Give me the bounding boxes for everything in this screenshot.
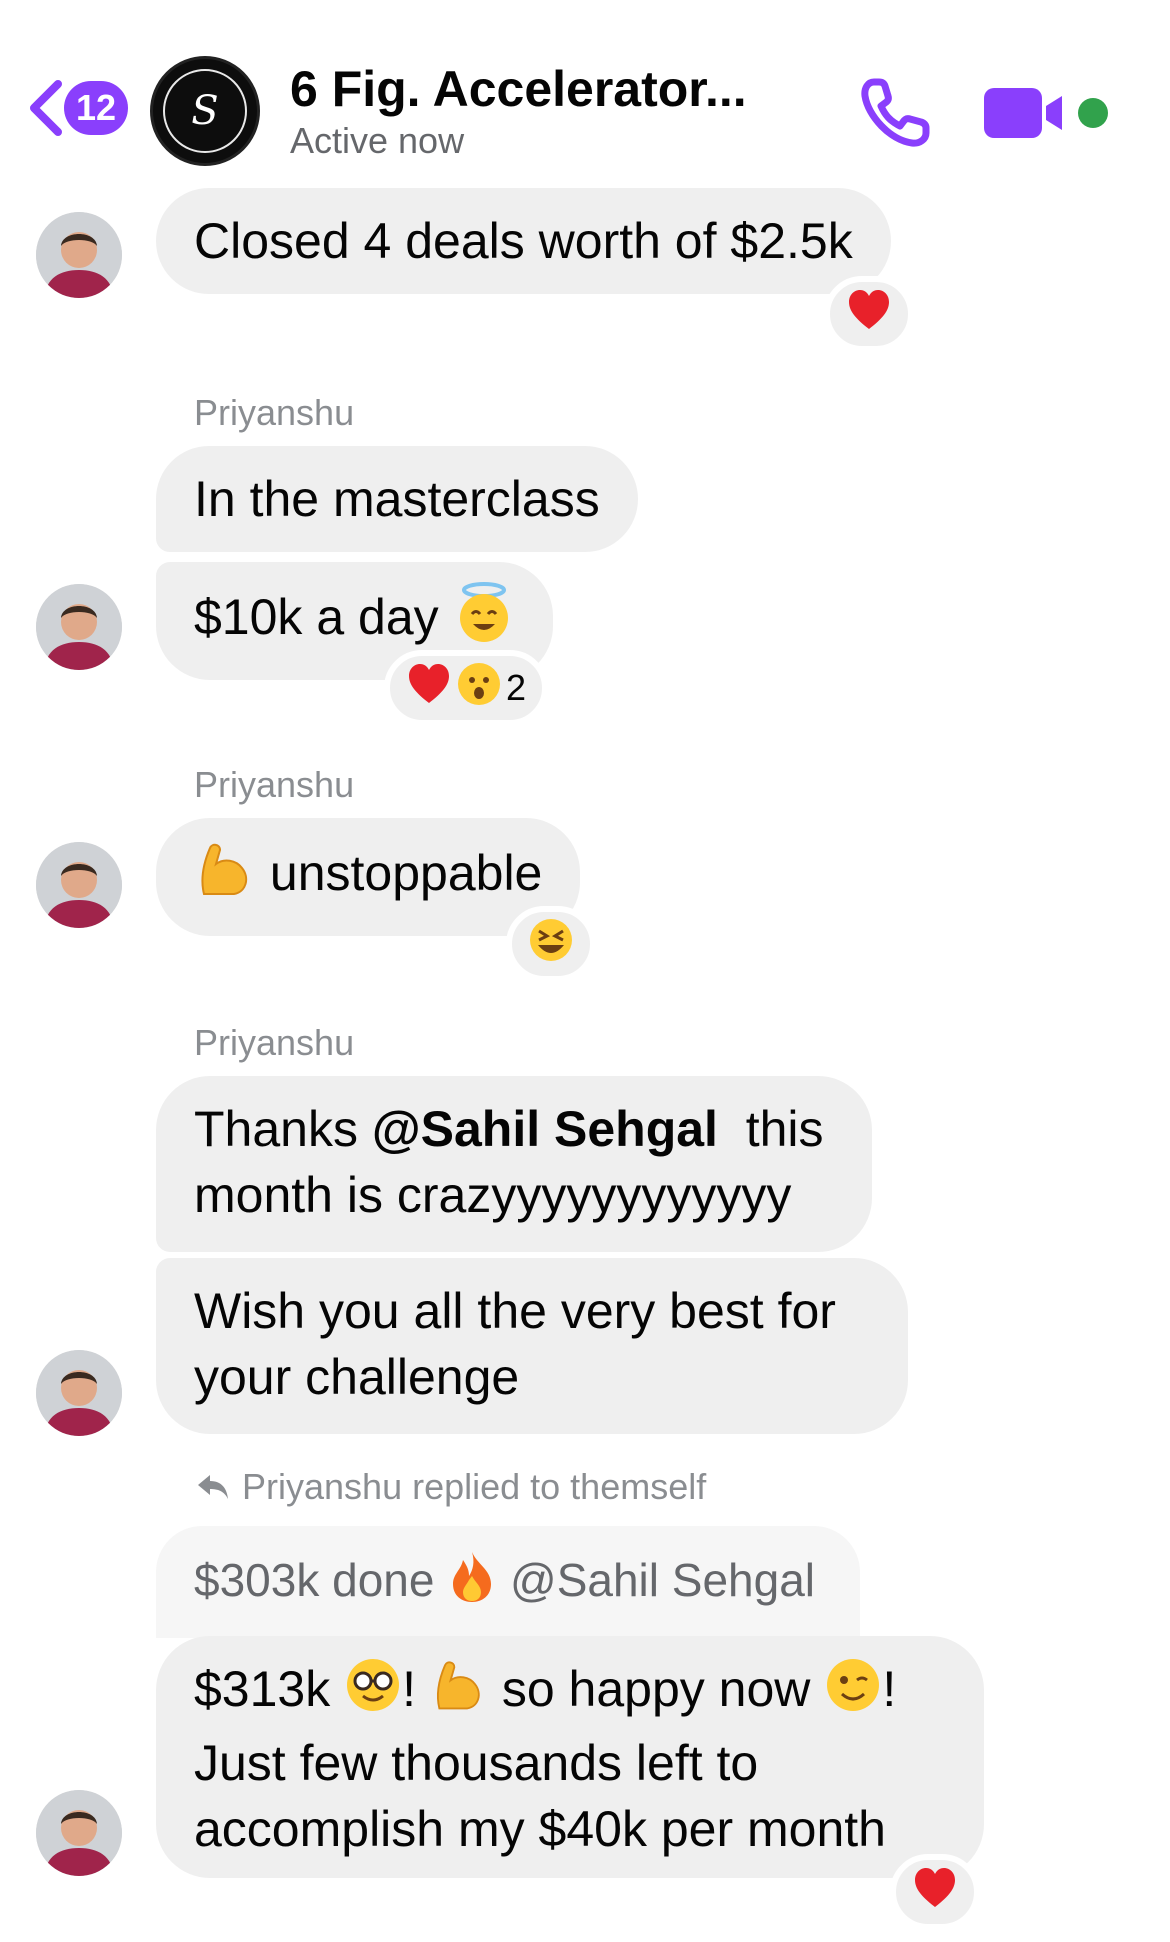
chevron-left-icon bbox=[30, 80, 62, 136]
message-text: Closed 4 deals worth of $2.5k bbox=[194, 213, 853, 269]
halo-face-icon bbox=[453, 582, 515, 660]
reply-indicator: Priyanshu replied to themself bbox=[196, 1466, 706, 1508]
mention-link[interactable]: @Sahil Sehgal bbox=[372, 1101, 718, 1157]
fire-icon bbox=[447, 1550, 497, 1618]
message-bubble[interactable]: Wish you all the very best for your chal… bbox=[156, 1258, 908, 1434]
quoted-message[interactable]: $303k done @Sahil Sehgal bbox=[156, 1526, 860, 1638]
message-line: accomplish my $40k per month bbox=[194, 1801, 886, 1857]
message-bubble[interactable]: Thanks @Sahil Sehgal this month is crazy… bbox=[156, 1076, 872, 1252]
sender-avatar[interactable] bbox=[36, 842, 122, 928]
message-line: month is crazyyyyyyyyyyyy bbox=[194, 1167, 792, 1223]
message-bubble[interactable]: In the masterclass bbox=[156, 446, 638, 552]
sender-avatar[interactable] bbox=[36, 212, 122, 298]
person-avatar-icon bbox=[36, 1350, 122, 1436]
message-line: Just few thousands left to bbox=[194, 1735, 759, 1791]
reaction-pill[interactable] bbox=[890, 1854, 980, 1930]
message-text: In the masterclass bbox=[194, 471, 600, 527]
flexed-biceps-icon bbox=[194, 838, 256, 916]
surprised-face-icon bbox=[456, 661, 502, 716]
message-text: unstoppable bbox=[269, 845, 543, 902]
phone-call-icon[interactable] bbox=[858, 76, 932, 150]
reply-note-text: Priyanshu replied to themself bbox=[242, 1466, 707, 1507]
sender-avatar[interactable] bbox=[36, 1350, 122, 1436]
message-line: Wish you all the very best for bbox=[194, 1283, 836, 1339]
message-bubble[interactable]: $313k ! so happy now ! Just few thousand… bbox=[156, 1636, 984, 1878]
sender-avatar[interactable] bbox=[36, 584, 122, 670]
nerd-face-icon bbox=[344, 1656, 402, 1730]
message-line: $313k ! so happy now ! bbox=[194, 1656, 946, 1730]
message-line: your challenge bbox=[194, 1349, 520, 1405]
reaction-count: 2 bbox=[506, 667, 527, 708]
message-bubble[interactable]: Closed 4 deals worth of $2.5k bbox=[156, 188, 891, 294]
grinning-squint-face-icon bbox=[528, 917, 574, 972]
message-text: $10k a day bbox=[194, 589, 439, 646]
heart-icon bbox=[406, 661, 452, 716]
group-avatar[interactable]: S bbox=[150, 56, 260, 166]
video-call-icon[interactable] bbox=[982, 86, 1072, 140]
reaction-pill[interactable] bbox=[824, 276, 914, 352]
message-line: Thanks @Sahil Sehgal this bbox=[194, 1101, 824, 1157]
avatar-monogram: S bbox=[191, 88, 219, 134]
heart-icon bbox=[912, 1865, 958, 1920]
back-button[interactable]: 12 bbox=[26, 78, 129, 138]
sender-name: Priyanshu bbox=[194, 764, 355, 805]
person-avatar-icon bbox=[36, 212, 122, 298]
chat-header: 12 S 6 Fig. Accelerator... Active now bbox=[0, 0, 1170, 180]
reply-arrow-icon bbox=[198, 1475, 228, 1499]
active-status-dot bbox=[1078, 98, 1108, 128]
sender-name: Priyanshu bbox=[194, 1022, 355, 1063]
chat-status: Active now bbox=[290, 120, 465, 161]
person-avatar-icon bbox=[36, 842, 122, 928]
heart-icon bbox=[846, 287, 892, 342]
person-avatar-icon bbox=[36, 1790, 122, 1876]
reaction-pill[interactable]: 2 bbox=[384, 650, 549, 726]
sender-name: Priyanshu bbox=[194, 392, 355, 433]
unread-count-badge: 12 bbox=[64, 81, 129, 135]
flexed-biceps-icon bbox=[430, 1656, 488, 1730]
winking-face-icon bbox=[824, 1656, 882, 1730]
reaction-pill[interactable] bbox=[506, 906, 596, 982]
mention-link[interactable]: @Sahil Sehgal bbox=[510, 1554, 815, 1606]
person-avatar-icon bbox=[36, 584, 122, 670]
chat-title[interactable]: 6 Fig. Accelerator... bbox=[290, 60, 747, 118]
sender-avatar[interactable] bbox=[36, 1790, 122, 1876]
